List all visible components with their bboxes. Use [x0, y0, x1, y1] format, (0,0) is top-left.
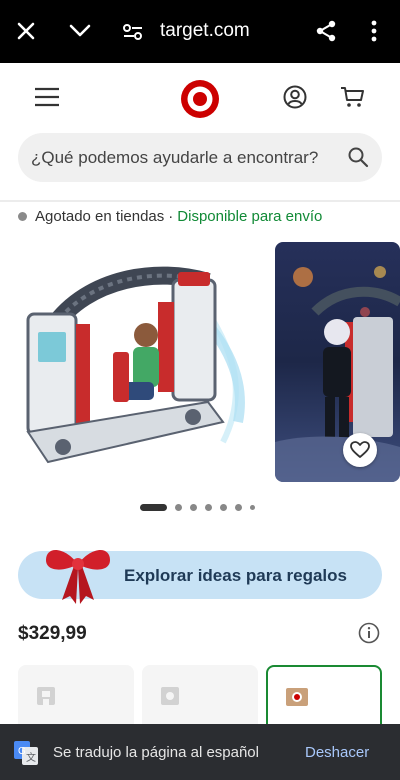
site-settings-icon[interactable]	[122, 21, 144, 43]
target-logo[interactable]	[180, 79, 220, 124]
status-dot	[18, 212, 27, 221]
search-icon[interactable]	[347, 146, 369, 173]
close-icon[interactable]	[16, 21, 36, 41]
account-icon[interactable]	[283, 85, 307, 114]
info-icon[interactable]	[358, 622, 380, 649]
carousel-dot[interactable]	[205, 504, 212, 511]
shipping-status: Disponible para envío	[177, 208, 323, 225]
translation-message: Se tradujo la página al español	[53, 744, 259, 761]
store-icon	[35, 683, 57, 712]
translation-snackbar: G文 Se tradujo la página al español Desha…	[0, 724, 400, 780]
availability-status: Agotado en tiendas · Disponible para env…	[18, 208, 322, 225]
carousel-dot[interactable]	[140, 504, 167, 511]
svg-text:G: G	[18, 746, 26, 757]
carousel-dot[interactable]	[220, 504, 227, 511]
carousel-dot[interactable]	[250, 505, 255, 510]
carousel-dot[interactable]	[175, 504, 182, 511]
url-text[interactable]: target.com	[160, 20, 250, 42]
cart-icon[interactable]	[340, 85, 366, 114]
divider	[0, 200, 400, 202]
gift-ideas-label: Explorar ideas para regalos	[124, 566, 347, 585]
carousel-dot[interactable]	[190, 504, 197, 511]
favorite-icon	[350, 441, 370, 459]
translate-icon: G文	[13, 740, 39, 771]
menu-icon[interactable]	[34, 87, 60, 112]
status-separator: ·	[168, 208, 174, 225]
store-icon	[159, 683, 181, 712]
undo-translation-button[interactable]: Deshacer	[305, 744, 369, 761]
store-status: Agotado en tiendas	[35, 208, 165, 225]
product-image-main[interactable]	[18, 242, 260, 482]
chevron-down-icon[interactable]	[68, 22, 92, 40]
site-header	[0, 63, 400, 133]
share-icon[interactable]	[314, 19, 338, 43]
carousel-dot[interactable]	[235, 504, 242, 511]
product-price: $329,99	[18, 623, 87, 644]
gift-bow-icon	[42, 540, 114, 613]
more-vert-icon[interactable]	[367, 20, 381, 42]
favorite-button[interactable]	[343, 433, 377, 467]
browser-toolbar: target.com	[0, 0, 400, 63]
search-input[interactable]: ¿Qué podemos ayudarle a encontrar?	[31, 148, 318, 168]
carousel-indicators	[140, 504, 263, 511]
search-bar[interactable]: ¿Qué podemos ayudarle a encontrar?	[18, 133, 382, 182]
product-image-secondary[interactable]	[275, 242, 400, 482]
target-bag-icon	[285, 685, 309, 712]
svg-text:文: 文	[26, 751, 36, 764]
